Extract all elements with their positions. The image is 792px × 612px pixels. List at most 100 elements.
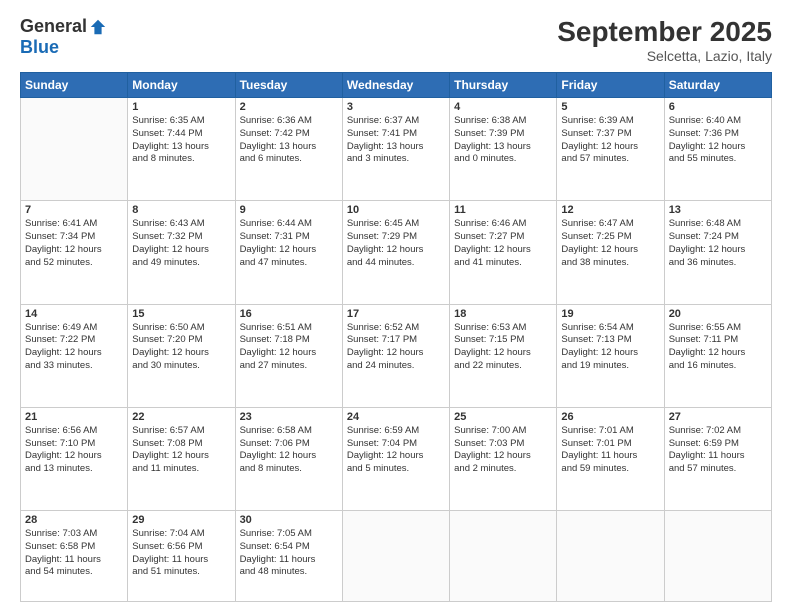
cell-info: Sunrise: 7:04 AM Sunset: 6:56 PM Dayligh… <box>132 528 230 579</box>
calendar-cell: 11 Sunrise: 6:46 AM Sunset: 7:27 PM Dayli… <box>450 201 557 304</box>
calendar-week-row: 28 Sunrise: 7:03 AM Sunset: 6:58 PM Dayli… <box>21 511 772 602</box>
cell-info: Sunrise: 6:54 AM Sunset: 7:13 PM Dayligh… <box>561 322 659 373</box>
calendar-cell: 9 Sunrise: 6:44 AM Sunset: 7:31 PM Daylig… <box>235 201 342 304</box>
calendar-cell: 29 Sunrise: 7:04 AM Sunset: 6:56 PM Dayli… <box>128 511 235 602</box>
cell-info: Sunrise: 6:35 AM Sunset: 7:44 PM Dayligh… <box>132 115 230 166</box>
calendar-cell: 20Sunrise: 6:55 AM Sunset: 7:11 PM Dayli… <box>664 304 771 407</box>
day-number: 13 <box>669 204 767 216</box>
day-number: 14 <box>25 308 123 320</box>
calendar-cell: 26 Sunrise: 7:01 AM Sunset: 7:01 PM Dayli… <box>557 407 664 510</box>
day-number: 23 <box>240 411 338 423</box>
day-number: 6 <box>669 101 767 113</box>
calendar-cell: 19 Sunrise: 6:54 AM Sunset: 7:13 PM Dayli… <box>557 304 664 407</box>
calendar-cell: 8 Sunrise: 6:43 AM Sunset: 7:32 PM Daylig… <box>128 201 235 304</box>
cell-info: Sunrise: 6:49 AM Sunset: 7:22 PM Dayligh… <box>25 322 123 373</box>
calendar-day-header: Sunday <box>21 73 128 98</box>
calendar-cell: 7Sunrise: 6:41 AM Sunset: 7:34 PM Daylig… <box>21 201 128 304</box>
cell-info: Sunrise: 6:45 AM Sunset: 7:29 PM Dayligh… <box>347 218 445 269</box>
calendar-week-row: 7Sunrise: 6:41 AM Sunset: 7:34 PM Daylig… <box>21 201 772 304</box>
day-number: 28 <box>25 514 123 526</box>
day-number: 24 <box>347 411 445 423</box>
cell-info: Sunrise: 6:53 AM Sunset: 7:15 PM Dayligh… <box>454 322 552 373</box>
calendar-cell: 28 Sunrise: 7:03 AM Sunset: 6:58 PM Dayli… <box>21 511 128 602</box>
day-number: 7 <box>25 204 123 216</box>
day-number: 16 <box>240 308 338 320</box>
day-number: 11 <box>454 204 552 216</box>
calendar-cell: 22 Sunrise: 6:57 AM Sunset: 7:08 PM Dayli… <box>128 407 235 510</box>
calendar-cell: 3 Sunrise: 6:37 AM Sunset: 7:41 PM Daylig… <box>342 98 449 201</box>
day-number: 12 <box>561 204 659 216</box>
cell-info: Sunrise: 7:01 AM Sunset: 7:01 PM Dayligh… <box>561 425 659 476</box>
calendar-cell: 13Sunrise: 6:48 AM Sunset: 7:24 PM Dayli… <box>664 201 771 304</box>
logo-blue-text: Blue <box>20 37 59 58</box>
cell-info: Sunrise: 7:02 AM Sunset: 6:59 PM Dayligh… <box>669 425 767 476</box>
calendar-cell: 27 Sunrise: 7:02 AM Sunset: 6:59 PM Dayli… <box>664 407 771 510</box>
calendar-cell <box>342 511 449 602</box>
cell-info: Sunrise: 6:36 AM Sunset: 7:42 PM Dayligh… <box>240 115 338 166</box>
calendar-cell: 17 Sunrise: 6:52 AM Sunset: 7:17 PM Dayli… <box>342 304 449 407</box>
cell-info: Sunrise: 6:59 AM Sunset: 7:04 PM Dayligh… <box>347 425 445 476</box>
calendar-day-header: Saturday <box>664 73 771 98</box>
calendar-cell: 2 Sunrise: 6:36 AM Sunset: 7:42 PM Daylig… <box>235 98 342 201</box>
cell-info: Sunrise: 6:46 AM Sunset: 7:27 PM Dayligh… <box>454 218 552 269</box>
calendar-cell: 1Sunrise: 6:35 AM Sunset: 7:44 PM Daylig… <box>128 98 235 201</box>
logo-icon <box>89 18 107 36</box>
calendar-day-header: Tuesday <box>235 73 342 98</box>
calendar-cell: 5Sunrise: 6:39 AM Sunset: 7:37 PM Daylig… <box>557 98 664 201</box>
cell-info: Sunrise: 6:38 AM Sunset: 7:39 PM Dayligh… <box>454 115 552 166</box>
day-number: 17 <box>347 308 445 320</box>
cell-info: Sunrise: 6:56 AM Sunset: 7:10 PM Dayligh… <box>25 425 123 476</box>
day-number: 19 <box>561 308 659 320</box>
cell-info: Sunrise: 6:43 AM Sunset: 7:32 PM Dayligh… <box>132 218 230 269</box>
calendar-cell: 15Sunrise: 6:50 AM Sunset: 7:20 PM Dayli… <box>128 304 235 407</box>
calendar-cell: 23Sunrise: 6:58 AM Sunset: 7:06 PM Dayli… <box>235 407 342 510</box>
calendar-cell <box>557 511 664 602</box>
calendar-day-header: Monday <box>128 73 235 98</box>
cell-info: Sunrise: 6:37 AM Sunset: 7:41 PM Dayligh… <box>347 115 445 166</box>
cell-info: Sunrise: 6:50 AM Sunset: 7:20 PM Dayligh… <box>132 322 230 373</box>
cell-info: Sunrise: 6:52 AM Sunset: 7:17 PM Dayligh… <box>347 322 445 373</box>
day-number: 2 <box>240 101 338 113</box>
calendar-cell: 14 Sunrise: 6:49 AM Sunset: 7:22 PM Dayli… <box>21 304 128 407</box>
day-number: 18 <box>454 308 552 320</box>
calendar-cell: 4 Sunrise: 6:38 AM Sunset: 7:39 PM Daylig… <box>450 98 557 201</box>
calendar-cell <box>21 98 128 201</box>
day-number: 26 <box>561 411 659 423</box>
title-block: September 2025 Selcetta, Lazio, Italy <box>557 16 772 64</box>
logo-general-text: General <box>20 16 87 37</box>
calendar-cell: 21 Sunrise: 6:56 AM Sunset: 7:10 PM Dayli… <box>21 407 128 510</box>
month-title: September 2025 <box>557 16 772 48</box>
logo: General Blue <box>20 16 107 58</box>
cell-info: Sunrise: 6:47 AM Sunset: 7:25 PM Dayligh… <box>561 218 659 269</box>
calendar-cell: 12 Sunrise: 6:47 AM Sunset: 7:25 PM Dayli… <box>557 201 664 304</box>
calendar-week-row: 14 Sunrise: 6:49 AM Sunset: 7:22 PM Dayli… <box>21 304 772 407</box>
calendar-header-row: SundayMondayTuesdayWednesdayThursdayFrid… <box>21 73 772 98</box>
calendar-day-header: Thursday <box>450 73 557 98</box>
day-number: 10 <box>347 204 445 216</box>
calendar-day-header: Wednesday <box>342 73 449 98</box>
cell-info: Sunrise: 7:05 AM Sunset: 6:54 PM Dayligh… <box>240 528 338 579</box>
day-number: 22 <box>132 411 230 423</box>
day-number: 29 <box>132 514 230 526</box>
cell-info: Sunrise: 6:51 AM Sunset: 7:18 PM Dayligh… <box>240 322 338 373</box>
page: General Blue September 2025 Selcetta, La… <box>0 0 792 612</box>
cell-info: Sunrise: 6:39 AM Sunset: 7:37 PM Dayligh… <box>561 115 659 166</box>
day-number: 4 <box>454 101 552 113</box>
cell-info: Sunrise: 6:44 AM Sunset: 7:31 PM Dayligh… <box>240 218 338 269</box>
day-number: 3 <box>347 101 445 113</box>
cell-info: Sunrise: 6:57 AM Sunset: 7:08 PM Dayligh… <box>132 425 230 476</box>
cell-info: Sunrise: 6:55 AM Sunset: 7:11 PM Dayligh… <box>669 322 767 373</box>
day-number: 27 <box>669 411 767 423</box>
day-number: 9 <box>240 204 338 216</box>
day-number: 21 <box>25 411 123 423</box>
location: Selcetta, Lazio, Italy <box>557 48 772 64</box>
cell-info: Sunrise: 7:00 AM Sunset: 7:03 PM Dayligh… <box>454 425 552 476</box>
calendar-table: SundayMondayTuesdayWednesdayThursdayFrid… <box>20 72 772 602</box>
calendar-cell: 6 Sunrise: 6:40 AM Sunset: 7:36 PM Daylig… <box>664 98 771 201</box>
day-number: 25 <box>454 411 552 423</box>
cell-info: Sunrise: 7:03 AM Sunset: 6:58 PM Dayligh… <box>25 528 123 579</box>
calendar-day-header: Friday <box>557 73 664 98</box>
calendar-cell: 25 Sunrise: 7:00 AM Sunset: 7:03 PM Dayli… <box>450 407 557 510</box>
day-number: 8 <box>132 204 230 216</box>
cell-info: Sunrise: 6:40 AM Sunset: 7:36 PM Dayligh… <box>669 115 767 166</box>
